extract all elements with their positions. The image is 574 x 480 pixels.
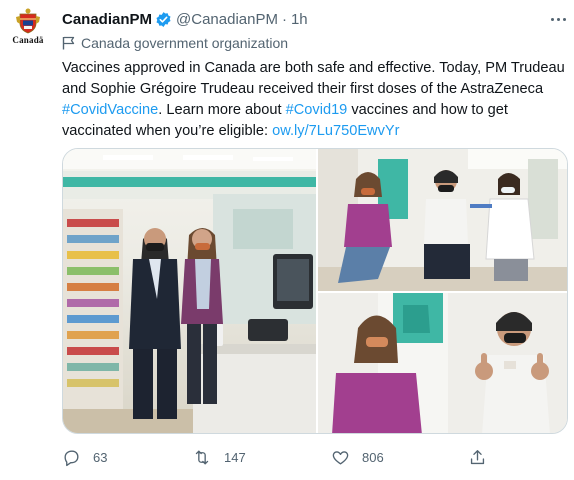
author-handle[interactable]: @CanadianPM (176, 11, 278, 28)
tweet-text-line-4: vaccinated when you’re eligible: ow.ly/7… (62, 121, 572, 142)
photo-pharmacy-illustration (63, 149, 316, 433)
verified-badge-icon (155, 11, 172, 28)
reply-button[interactable]: 63 (62, 446, 107, 468)
government-label-text: Canada government organization (81, 35, 289, 51)
more-options-icon[interactable] (548, 10, 568, 28)
photo-thumbs-up[interactable] (318, 293, 567, 433)
tweet-timestamp[interactable]: 1h (291, 11, 308, 28)
like-button[interactable]: 806 (331, 446, 384, 468)
author-name[interactable]: CanadianPM (62, 11, 152, 28)
tweet-text: Vaccines approved in Canada are both saf… (62, 58, 572, 142)
reply-icon (64, 449, 79, 466)
canada-coat-of-arms-icon (16, 8, 40, 34)
hashtag-covid19[interactable]: #Covid19 (286, 102, 348, 118)
government-label[interactable]: Canada government organization (62, 34, 288, 52)
avatar-wordmark: Canadä (12, 35, 44, 45)
tweet-text-line-1: Vaccines approved in Canada are both saf… (62, 60, 565, 76)
retweet-button[interactable]: 147 (192, 446, 246, 468)
media-grid (62, 148, 568, 434)
tweet-text-line-4-text: vaccinated when you’re eligible: (62, 123, 273, 139)
retweet-icon (195, 449, 209, 465)
photo-thumbs-up-illustration (318, 293, 567, 433)
share-icon (470, 449, 485, 464)
tweet-text-line-2: and Sophie Grégoire Trudeau received the… (62, 81, 544, 97)
photo-vaccination-illustration (318, 149, 567, 291)
avatar[interactable]: Canadä (8, 8, 48, 48)
share-button[interactable] (468, 446, 499, 468)
retweet-count: 147 (224, 449, 246, 465)
hashtag-covidvaccine[interactable]: #CovidVaccine (62, 102, 158, 118)
tweet-card[interactable]: Canadä CanadianPM @CanadianPM · 1h Canad… (0, 0, 574, 480)
tweet-header: CanadianPM @CanadianPM · 1h (62, 9, 308, 29)
separator-dot: · (281, 10, 287, 28)
tweet-text-line-3: #CovidVaccine. Learn more about #Covid19… (62, 100, 572, 121)
photo-pharmacy[interactable] (63, 149, 316, 433)
tweet-text-end: vaccines and how to get (347, 102, 508, 118)
reply-count: 63 (93, 449, 108, 465)
tweet-text-mid: . Learn more about (158, 102, 286, 118)
flag-icon (62, 36, 75, 50)
heart-icon (332, 450, 349, 465)
tweet-actions: 63 147 806 (62, 446, 492, 468)
vaccine-info-link[interactable]: ow.ly/7Lu750EwvYr (272, 123, 399, 139)
photo-vaccination[interactable] (318, 149, 567, 291)
like-count: 806 (362, 449, 384, 465)
